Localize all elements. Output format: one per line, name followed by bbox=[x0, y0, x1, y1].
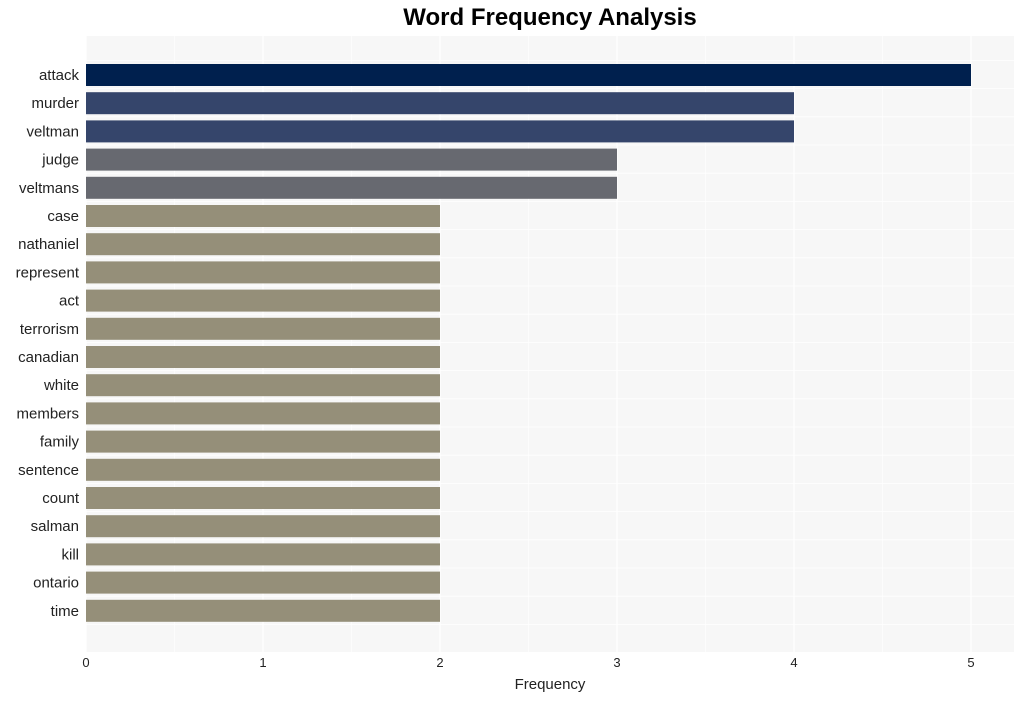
x-tick-3: 3 bbox=[613, 655, 620, 670]
x-axis-ticks: 0 1 2 3 4 5 bbox=[82, 655, 974, 670]
y-label-salman: salman bbox=[31, 518, 79, 535]
bar-case bbox=[86, 205, 440, 227]
y-label-murder: murder bbox=[31, 95, 79, 112]
x-axis-label: Frequency bbox=[515, 676, 586, 693]
bar-canadian bbox=[86, 346, 440, 368]
y-label-terrorism: terrorism bbox=[20, 321, 79, 338]
y-label-represent: represent bbox=[16, 264, 80, 281]
bar-veltmans bbox=[86, 176, 617, 199]
bar-count bbox=[86, 487, 440, 509]
bar-attack bbox=[86, 64, 971, 86]
y-label-time: time bbox=[51, 603, 79, 620]
x-tick-2: 2 bbox=[436, 655, 443, 670]
y-label-judge: judge bbox=[41, 152, 79, 169]
y-label-kill: kill bbox=[62, 546, 80, 563]
y-label-veltmans: veltmans bbox=[19, 180, 79, 197]
bar-represent bbox=[86, 261, 440, 284]
y-label-white: white bbox=[43, 377, 79, 394]
y-label-veltman: veltman bbox=[26, 123, 79, 140]
bar-act bbox=[86, 289, 440, 312]
bar-members bbox=[86, 402, 440, 425]
y-label-attack: attack bbox=[39, 67, 80, 84]
bar-salman bbox=[86, 515, 440, 538]
y-label-canadian: canadian bbox=[18, 349, 79, 366]
bar-white bbox=[86, 374, 440, 397]
y-label-ontario: ontario bbox=[33, 575, 79, 592]
y-label-nathaniel: nathaniel bbox=[18, 236, 79, 253]
bar-ontario bbox=[86, 571, 440, 594]
y-label-sentence: sentence bbox=[18, 462, 79, 479]
bar-sentence bbox=[86, 458, 440, 481]
bar-time bbox=[86, 599, 440, 622]
y-label-case: case bbox=[47, 208, 79, 225]
bar-chart: attack murder veltman judge veltmans case nath… bbox=[16, 36, 1014, 693]
bar-judge bbox=[86, 148, 617, 171]
x-tick-5: 5 bbox=[967, 655, 974, 670]
bar-veltman bbox=[86, 120, 794, 143]
bar-family bbox=[86, 430, 440, 453]
y-label-family: family bbox=[40, 434, 80, 451]
bar-murder bbox=[86, 92, 794, 115]
bar-kill bbox=[86, 543, 440, 566]
x-tick-1: 1 bbox=[259, 655, 266, 670]
x-tick-4: 4 bbox=[790, 655, 797, 670]
bar-terrorism bbox=[86, 317, 440, 340]
bar-nathaniel bbox=[86, 233, 440, 256]
y-label-count: count bbox=[42, 490, 80, 507]
y-label-act: act bbox=[59, 293, 80, 310]
y-axis-labels: attack murder veltman judge veltmans case nath… bbox=[16, 67, 80, 620]
x-tick-0: 0 bbox=[82, 655, 89, 670]
y-label-members: members bbox=[16, 405, 79, 422]
